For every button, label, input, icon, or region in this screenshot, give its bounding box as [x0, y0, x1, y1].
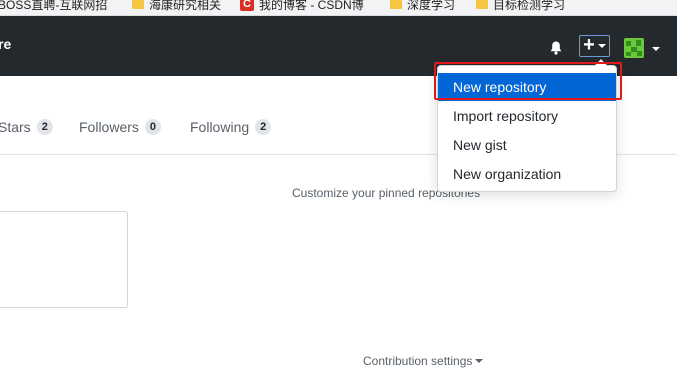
bookmark-label: 海康研究相关: [149, 0, 222, 12]
bell-icon[interactable]: [548, 40, 564, 56]
menu-item-new-gist[interactable]: New gist: [438, 131, 616, 159]
tab-stars[interactable]: Stars 2: [0, 119, 53, 135]
create-new-button[interactable]: +: [579, 35, 610, 57]
tab-followers[interactable]: Followers 0: [79, 119, 162, 135]
followers-count-badge: 0: [144, 119, 162, 135]
tab-stars-label: Stars: [0, 119, 31, 135]
menu-item-new-organization[interactable]: New organization: [438, 160, 616, 188]
pinned-repo-card[interactable]: [0, 211, 128, 308]
menu-item-new-repository[interactable]: New repository: [438, 73, 616, 101]
bookmarks-bar: BOSS直聘-互联网招 海康研究相关 C 我的博客 - CSDN博 深度学习 目…: [0, 0, 677, 16]
chevron-down-icon: [597, 44, 606, 48]
avatar[interactable]: [624, 38, 644, 58]
bookmark-label: 我的博客 - CSDN博: [259, 0, 364, 12]
create-new-dropdown: New repository Import repository New gis…: [437, 59, 617, 192]
chevron-down-icon: [475, 359, 484, 363]
github-profile-page: BOSS直聘-互联网招 海康研究相关 C 我的博客 - CSDN博 深度学习 目…: [0, 0, 677, 368]
bookmark-label: 深度学习: [407, 0, 456, 12]
bookmark-csdn[interactable]: C 我的博客 - CSDN博: [240, 0, 364, 13]
menu-item-import-repository[interactable]: Import repository: [438, 102, 616, 130]
bookmark-label: 目标检测学习: [493, 0, 566, 12]
bookmark-hikvision[interactable]: 海康研究相关: [132, 0, 221, 13]
tab-following[interactable]: Following 2: [190, 119, 272, 135]
avatar-chevron-down-icon[interactable]: [652, 47, 660, 51]
bookmark-detection[interactable]: 目标检测学习: [476, 0, 565, 13]
tab-followers-label: Followers: [79, 119, 139, 135]
contribution-settings-label: Contribution settings: [363, 354, 473, 368]
plus-icon: +: [583, 34, 595, 56]
following-count-badge: 2: [255, 119, 272, 135]
stars-count-badge: 2: [36, 119, 53, 135]
tab-following-label: Following: [190, 119, 250, 135]
bookmark-boss[interactable]: BOSS直聘-互联网招: [0, 0, 107, 13]
folder-icon: [132, 0, 144, 9]
bookmark-label: BOSS直聘-互联网招: [0, 0, 108, 12]
folder-icon: [390, 0, 402, 9]
bookmark-deep-learning[interactable]: 深度学习: [390, 0, 455, 13]
contribution-settings-button[interactable]: Contribution settings: [363, 354, 484, 368]
csdn-icon: C: [240, 0, 254, 11]
header-brand-text[interactable]: re: [0, 36, 11, 52]
folder-icon: [476, 0, 488, 9]
